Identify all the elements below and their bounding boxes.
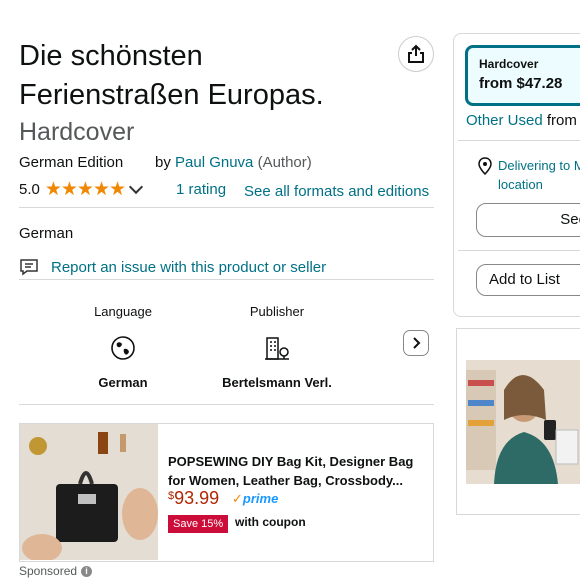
- author-role: (Author): [257, 154, 312, 171]
- format-option-price: from $47.28: [479, 75, 563, 92]
- report-issue-link[interactable]: Report an issue with this product or sel…: [51, 259, 326, 276]
- see-all-formats-link[interactable]: See all formats and editions: [244, 183, 429, 200]
- attribute-publisher: Publisher Bertelsmann Verl.: [207, 304, 347, 390]
- star-rating-icon[interactable]: ★★★★★: [45, 178, 126, 201]
- other-used-suffix: from: [546, 112, 577, 129]
- prime-label: prime: [242, 491, 279, 506]
- save-badge: Save 15%: [168, 515, 229, 533]
- share-icon: [408, 44, 424, 63]
- attribute-label: Language: [94, 304, 152, 319]
- ratings-count-link[interactable]: 1 rating: [176, 181, 226, 198]
- divider: [458, 140, 580, 141]
- see-options-button[interactable]: See: [476, 203, 580, 237]
- ad-product-image[interactable]: [20, 424, 158, 560]
- language-text: German: [19, 225, 74, 242]
- location-pin-icon: [478, 157, 492, 175]
- product-title-line2: Ferienstraßen Europas.: [19, 79, 324, 111]
- price-value: 93.99: [174, 488, 220, 508]
- attribute-value: Bertelsmann Verl.: [222, 375, 332, 390]
- product-title-line1: Die schönsten: [19, 40, 203, 72]
- chevron-down-icon[interactable]: [128, 179, 144, 195]
- format-option-label: Hardcover: [479, 57, 539, 71]
- rating-value: 5.0: [19, 181, 40, 198]
- by-label: by: [155, 154, 171, 171]
- share-button[interactable]: [398, 36, 434, 72]
- globe-icon: [110, 335, 136, 361]
- see-button-label: See: [560, 211, 580, 228]
- byline: by Paul Gnuva (Author): [155, 154, 312, 171]
- prime-check-icon: ✓: [232, 491, 243, 506]
- delivery-location[interactable]: Delivering to M location: [478, 156, 580, 194]
- attribute-label: Publisher: [249, 304, 305, 319]
- product-format: Hardcover: [19, 118, 135, 146]
- divider: [19, 404, 434, 405]
- attribute-language: Language German: [53, 304, 193, 390]
- delivering-to-link[interactable]: Delivering to M: [498, 156, 580, 175]
- other-used-row: Other Used from: [466, 112, 577, 129]
- feedback-icon: [20, 259, 38, 276]
- product-edition: German Edition: [19, 154, 124, 171]
- divider: [19, 207, 434, 208]
- divider: [458, 250, 580, 251]
- info-icon[interactable]: i: [81, 565, 93, 577]
- ad-price: $ 93.99: [168, 488, 219, 509]
- location-link[interactable]: location: [498, 175, 580, 194]
- building-icon: [263, 335, 291, 361]
- chevron-right-icon: [413, 337, 421, 349]
- sponsored-label: Sponsored i: [19, 564, 93, 578]
- other-used-link[interactable]: Other Used: [466, 112, 543, 129]
- ad-product-title[interactable]: POPSEWING DIY Bag Kit, Designer Bag for …: [168, 452, 430, 490]
- add-to-list-label: Add to List: [489, 271, 560, 288]
- coupon-text: with coupon: [235, 515, 306, 529]
- rating-row: 5.0 ★★★★★: [19, 178, 144, 201]
- prime-badge: ✓prime: [232, 491, 278, 507]
- author-link[interactable]: Paul Gnuva: [175, 154, 253, 171]
- sponsored-text: Sponsored: [19, 564, 78, 578]
- add-to-list-button[interactable]: Add to List: [476, 264, 580, 296]
- attribute-value: German: [98, 375, 148, 390]
- report-issue-row[interactable]: Report an issue with this product or sel…: [19, 258, 326, 276]
- carousel-next-button[interactable]: [403, 330, 429, 356]
- product-title: Die schönsten Ferienstraßen Europas.: [19, 37, 399, 115]
- promo-image[interactable]: [466, 360, 580, 484]
- divider: [19, 279, 434, 280]
